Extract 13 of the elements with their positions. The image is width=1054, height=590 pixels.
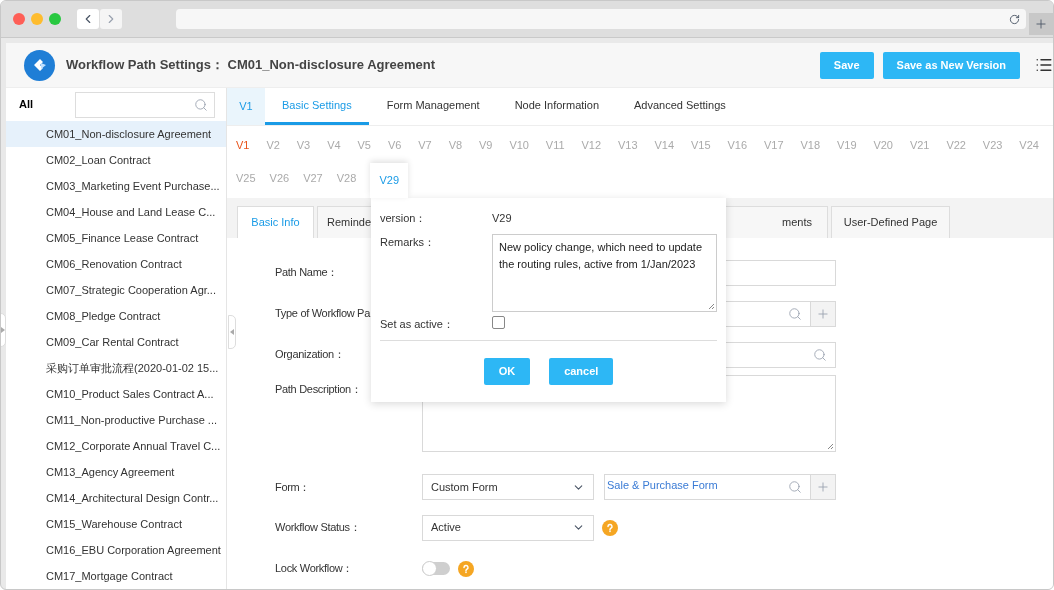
form-label: Lock Workflow：	[275, 561, 355, 577]
form-label: Organization：	[275, 347, 346, 363]
page-title: Workflow Path Settings： CM01_Non-disclosure Agreement	[66, 56, 436, 75]
form-label: Form：	[275, 479, 312, 495]
form-label: Path Description：	[275, 382, 363, 397]
field-label: version：	[380, 211, 428, 226]
field-label: Remarks：	[380, 235, 436, 250]
form-label: Type of Workflow Pa	[275, 306, 372, 322]
form-label: Path Name：	[275, 265, 340, 281]
filter-label: All	[19, 97, 34, 113]
form-label: Workflow Status：	[275, 520, 362, 536]
version-value: V29	[492, 211, 512, 226]
field-label: Set as active：	[380, 317, 455, 332]
